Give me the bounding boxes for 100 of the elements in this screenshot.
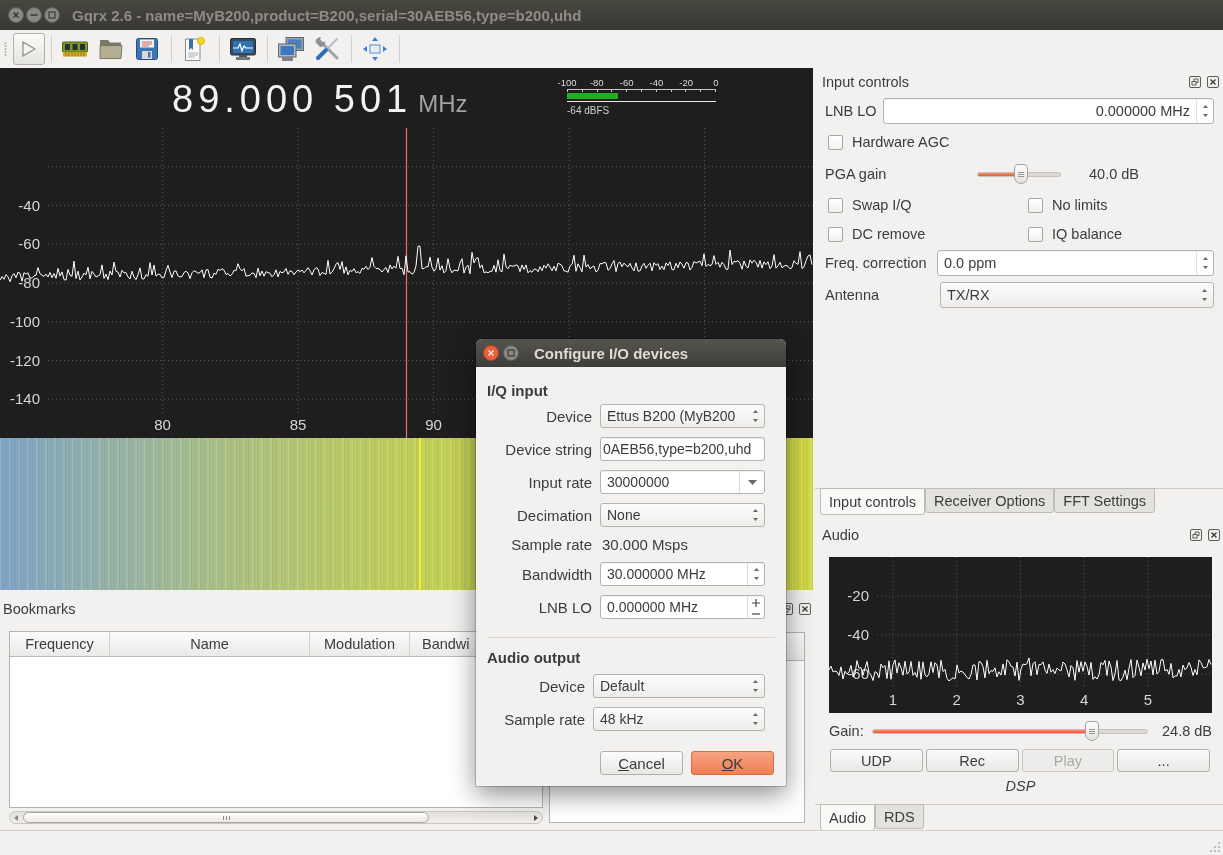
field-label: Device string xyxy=(504,440,592,458)
checkbox-label[interactable]: Hardware AGC xyxy=(852,134,950,150)
checkbox[interactable] xyxy=(828,226,843,242)
field-label: Device xyxy=(545,407,592,425)
frequency-unit: MHz xyxy=(418,92,468,116)
gain-label: Gain: xyxy=(829,723,865,739)
scrollbar-thumb[interactable] xyxy=(23,812,429,823)
document-bookmark-icon[interactable] xyxy=(185,37,205,61)
axis-label: 85 xyxy=(289,416,307,433)
resize-grip-icon[interactable] xyxy=(1210,842,1220,852)
field-label: LNB LO xyxy=(825,103,878,119)
spin-arrows-icon[interactable] xyxy=(753,410,758,422)
column-header[interactable]: Bandwi xyxy=(410,632,474,656)
overlapping-squares-icon[interactable] xyxy=(1189,76,1201,88)
frequency-readout[interactable]: 89.000 501 xyxy=(172,80,413,118)
tab[interactable]: Audio xyxy=(820,804,876,831)
gain-value: 40.0 dB xyxy=(1089,166,1139,182)
combo-box[interactable]: TX/RX xyxy=(940,282,1214,308)
push-button[interactable]: ... xyxy=(1117,749,1210,772)
close-icon[interactable] xyxy=(1207,76,1219,88)
column-header[interactable]: Frequency xyxy=(10,632,110,656)
field-label: Antenna xyxy=(825,287,881,303)
spin-arrows-icon[interactable] xyxy=(753,713,758,725)
overlapping-squares-icon[interactable] xyxy=(1190,529,1202,541)
left-arrow-icon[interactable] xyxy=(14,814,18,821)
axis-label: 90 xyxy=(425,416,442,433)
axis-label: 2 xyxy=(952,691,961,708)
checkbox[interactable] xyxy=(1028,197,1043,213)
tab[interactable]: Receiver Options xyxy=(925,488,1055,513)
meter-reading: -64 dBFS xyxy=(567,105,611,116)
combo-box[interactable]: 30000000 xyxy=(600,470,765,494)
checkbox[interactable] xyxy=(828,197,843,213)
field-label: Sample rate xyxy=(510,536,592,553)
spin-arrows-icon[interactable] xyxy=(753,509,758,521)
horizontal-scrollbar[interactable] xyxy=(9,811,543,824)
meter-scale-label: -80 xyxy=(588,77,605,88)
column-header[interactable]: Name xyxy=(110,632,310,656)
axis-label: 80 xyxy=(154,416,171,433)
checkbox-label[interactable]: IQ balance xyxy=(1052,226,1123,242)
section-heading: I/Q input xyxy=(487,381,549,401)
meter-scale-label: -60 xyxy=(618,77,635,88)
checkbox[interactable] xyxy=(1028,226,1043,242)
spinbox[interactable]: 0.000000 MHz xyxy=(600,595,765,619)
panel-title: Input controls xyxy=(822,74,910,90)
move-arrows-icon[interactable] xyxy=(363,37,387,61)
dsp-caption: DSP xyxy=(1004,777,1037,796)
axis-label: -140 xyxy=(9,390,40,408)
axis-label: 5 xyxy=(1143,691,1153,708)
checkbox-label[interactable]: DC remove xyxy=(852,226,926,242)
axis-label: 3 xyxy=(1016,691,1025,708)
spin-arrows-icon[interactable] xyxy=(1202,289,1207,301)
combo-box[interactable]: Ettus B200 (MyB200 xyxy=(600,404,765,428)
play-icon xyxy=(22,41,36,57)
slider-handle[interactable] xyxy=(1014,164,1029,184)
tools-icon[interactable] xyxy=(315,37,339,61)
field-label: Input rate xyxy=(527,473,592,491)
tab[interactable]: RDS xyxy=(875,804,924,829)
dialog-title: Configure I/O devices xyxy=(534,344,689,362)
checkbox-label[interactable]: No limits xyxy=(1052,197,1108,213)
checkbox[interactable] xyxy=(828,134,843,150)
readout-value: 30.000 Msps xyxy=(601,538,689,551)
slider-handle[interactable] xyxy=(1085,721,1100,741)
spin-arrows-icon[interactable] xyxy=(1202,105,1208,117)
text-field[interactable]: 0AEB56,type=b200,uhd xyxy=(600,437,765,461)
combo-box[interactable]: 48 kHz xyxy=(593,707,765,731)
spin-arrows-icon[interactable] xyxy=(753,568,759,580)
checkbox-label[interactable]: Swap I/Q xyxy=(852,197,912,213)
spin-arrows-icon[interactable] xyxy=(753,680,758,692)
tab[interactable]: Input controls xyxy=(820,488,926,515)
monitor-waveform-icon[interactable] xyxy=(230,38,256,60)
right-arrow-icon[interactable] xyxy=(534,814,538,821)
spinbox[interactable]: 0.000000 MHz xyxy=(883,98,1214,124)
folder-icon[interactable] xyxy=(99,39,123,59)
minimize-icon[interactable] xyxy=(26,7,42,23)
combo-box[interactable]: None xyxy=(600,503,765,527)
circuit-board-icon[interactable] xyxy=(62,41,88,57)
field-label: Freq. correction xyxy=(825,255,928,271)
plus-icon[interactable] xyxy=(752,599,760,607)
spinbox[interactable]: 0.0 ppm xyxy=(937,250,1214,276)
meter-scale-label: 0 xyxy=(712,77,720,88)
default-button[interactable]: OK xyxy=(691,751,774,775)
dialog-button[interactable]: Cancel xyxy=(600,751,683,775)
column-header[interactable]: Modulation xyxy=(310,632,410,656)
panel-title: Audio xyxy=(822,527,860,543)
close-icon[interactable] xyxy=(1208,529,1220,541)
computers-icon[interactable] xyxy=(278,37,304,61)
combo-box[interactable]: Default xyxy=(593,674,765,698)
maximize-icon[interactable] xyxy=(44,7,60,23)
spin-arrows-icon[interactable] xyxy=(1202,257,1208,269)
toolbar-grip-icon xyxy=(3,42,7,56)
caret-icon xyxy=(747,479,757,485)
push-button[interactable]: Rec xyxy=(925,749,1019,772)
field-label: Decimation xyxy=(515,506,592,524)
push-button[interactable]: UDP xyxy=(830,749,923,772)
meter-scale-label: -20 xyxy=(678,77,695,88)
tab[interactable]: FFT Settings xyxy=(1054,488,1155,513)
axis-label: -40 xyxy=(18,196,40,214)
spinbox[interactable]: 30.000000 MHz xyxy=(600,562,765,586)
close-icon[interactable] xyxy=(799,603,811,615)
close-icon[interactable] xyxy=(483,345,499,361)
